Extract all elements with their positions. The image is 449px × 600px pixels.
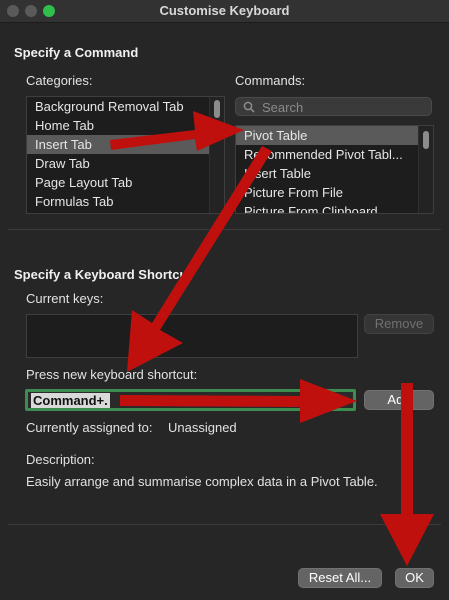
category-item[interactable]: Home Tab xyxy=(27,116,224,135)
command-item[interactable]: Recommended Pivot Tabl... xyxy=(236,145,433,164)
command-item[interactable]: Pivot Table xyxy=(236,126,433,145)
specify-shortcut-heading: Specify a Keyboard Shortcut xyxy=(14,267,192,282)
category-item[interactable]: Formulas Tab xyxy=(27,192,224,211)
category-item[interactable]: Insert Tab xyxy=(27,135,224,154)
footer-divider xyxy=(8,524,441,525)
window-title: Customise Keyboard xyxy=(159,3,290,18)
categories-label: Categories: xyxy=(26,73,93,88)
category-item[interactable]: Draw Tab xyxy=(27,154,224,173)
new-shortcut-label: Press new keyboard shortcut: xyxy=(26,367,198,382)
section-divider xyxy=(8,229,441,230)
search-placeholder: Search xyxy=(262,100,304,115)
category-item[interactable]: Background Removal Tab xyxy=(27,97,224,116)
arrow-add-to-ok xyxy=(380,383,434,566)
assigned-label: Currently assigned to: xyxy=(26,420,153,435)
specify-command-heading: Specify a Command xyxy=(14,45,139,60)
reset-all-button[interactable]: Reset All... xyxy=(298,568,382,588)
remove-button[interactable]: Remove xyxy=(364,314,434,334)
title-bar: Customise Keyboard xyxy=(0,0,449,23)
new-shortcut-value: Command+. xyxy=(31,393,110,408)
add-button[interactable]: Add xyxy=(364,390,434,410)
current-keys-label: Current keys: xyxy=(26,291,104,306)
commands-label: Commands: xyxy=(235,73,306,88)
ok-button[interactable]: OK xyxy=(395,568,434,588)
search-icon xyxy=(243,101,255,113)
command-search-input[interactable]: Search xyxy=(235,97,432,116)
commands-scrollbar[interactable] xyxy=(418,126,433,213)
description-label: Description: xyxy=(26,452,95,467)
commands-scroll-thumb[interactable] xyxy=(423,131,429,149)
categories-list[interactable]: Background Removal Tab Home Tab Insert Tab… xyxy=(26,96,225,214)
commands-list[interactable]: Pivot Table Recommended Pivot Tabl... Inse… xyxy=(235,125,434,214)
command-item[interactable]: Picture From File xyxy=(236,183,433,202)
category-item[interactable]: Page Layout Tab xyxy=(27,173,224,192)
command-item[interactable]: Picture From Clipboard xyxy=(236,202,433,213)
description-text: Easily arrange and summarise complex dat… xyxy=(26,474,378,489)
categories-scroll-thumb[interactable] xyxy=(214,100,220,118)
categories-scrollbar[interactable] xyxy=(209,97,224,213)
command-item[interactable]: Insert Table xyxy=(236,164,433,183)
new-shortcut-input[interactable]: Command+. xyxy=(25,389,356,411)
current-keys-list[interactable] xyxy=(26,314,358,358)
assigned-value: Unassigned xyxy=(168,420,237,435)
